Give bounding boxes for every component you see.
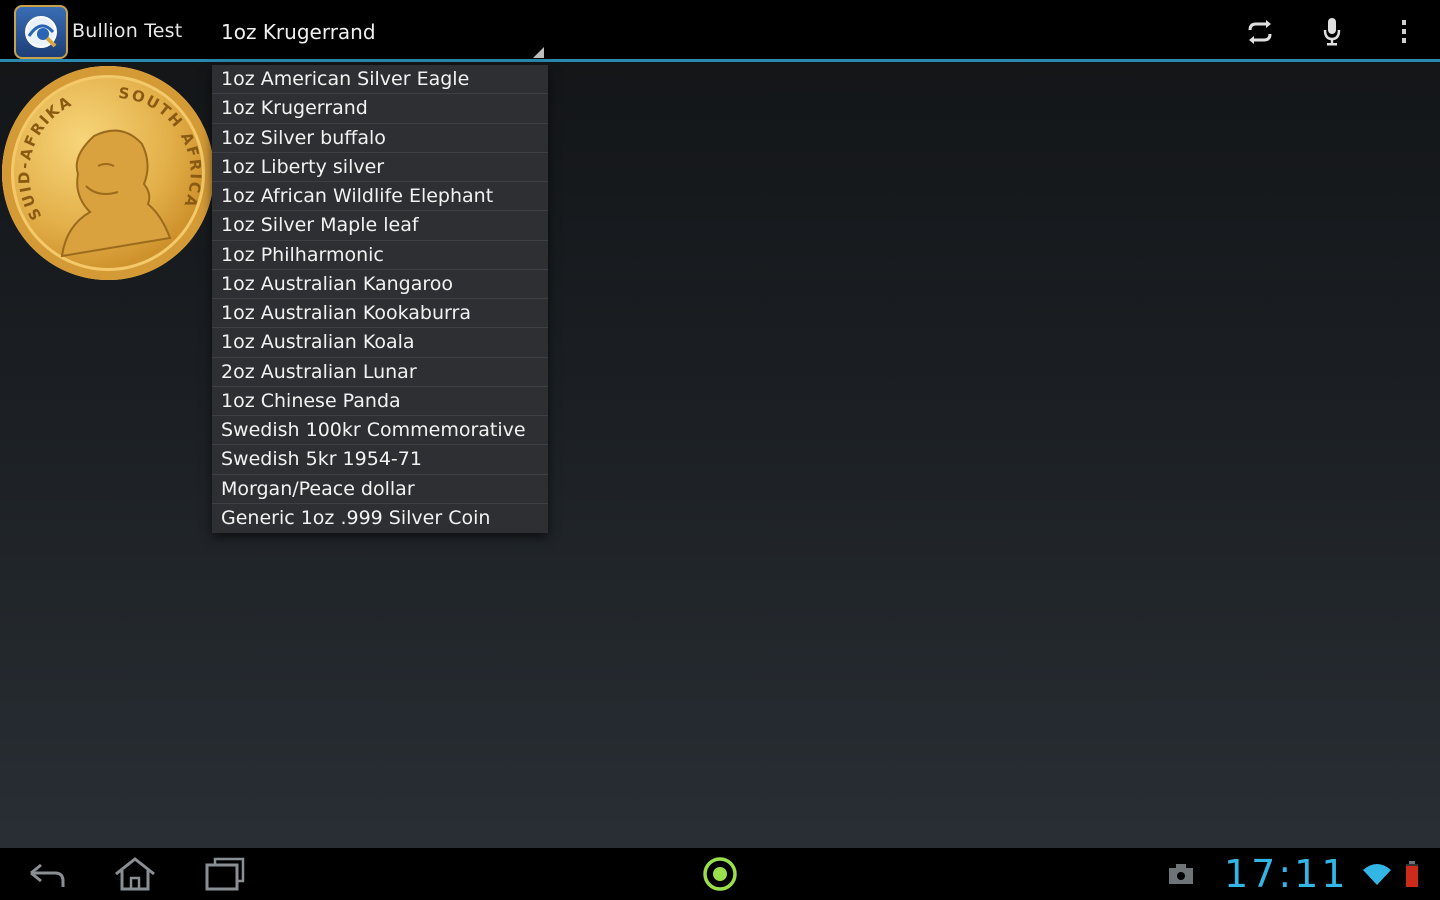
krugerrand-coin-image: SUID-AFRIKA SOUTH AFRICA bbox=[2, 66, 214, 280]
dropdown-item[interactable]: Generic 1oz .999 Silver Coin bbox=[212, 504, 548, 533]
dropdown-item[interactable]: 1oz American Silver Eagle bbox=[212, 65, 548, 95]
dropdown-item[interactable]: 1oz Liberty silver bbox=[212, 153, 548, 182]
app-title: Bullion Test bbox=[72, 20, 183, 42]
coin-inscription-left: SUID-AFRIKA bbox=[15, 92, 74, 223]
home-icon[interactable] bbox=[110, 854, 160, 894]
coin-dropdown-list: 1oz American Silver Eagle 1oz Krugerrand 1… bbox=[212, 65, 548, 533]
back-icon[interactable] bbox=[22, 854, 72, 894]
app-logo-icon[interactable] bbox=[14, 5, 68, 59]
dropdown-item[interactable]: 1oz Silver Maple leaf bbox=[212, 211, 548, 241]
refresh-icon[interactable] bbox=[1242, 14, 1278, 50]
dropdown-item[interactable]: 1oz Chinese Panda bbox=[212, 387, 548, 416]
screenshot-icon bbox=[1156, 854, 1206, 894]
dropdown-item[interactable]: Morgan/Peace dollar bbox=[212, 475, 548, 504]
dropdown-item[interactable]: 1oz Australian Kangaroo bbox=[212, 270, 548, 299]
svg-text:SUID-AFRIKA: SUID-AFRIKA bbox=[15, 92, 76, 223]
microphone-icon[interactable] bbox=[1314, 14, 1350, 50]
app-center-icon[interactable] bbox=[695, 854, 745, 894]
dropdown-item[interactable]: Swedish 100kr Commemorative bbox=[212, 416, 548, 446]
dropdown-item[interactable]: Swedish 5kr 1954-71 bbox=[212, 445, 548, 475]
dropdown-item[interactable]: 2oz Australian Lunar bbox=[212, 358, 548, 387]
recent-apps-icon[interactable] bbox=[200, 854, 250, 894]
spinner-selected-value: 1oz Krugerrand bbox=[221, 20, 376, 44]
dropdown-item[interactable]: 1oz African Wildlife Elephant bbox=[212, 182, 548, 212]
status-clock: 17:11 bbox=[1224, 852, 1349, 896]
spinner-arrow-icon bbox=[533, 47, 544, 58]
action-bar: Bullion Test 1oz Krugerrand bbox=[0, 0, 1440, 62]
overflow-menu-icon[interactable] bbox=[1386, 14, 1422, 50]
system-nav-bar: 17:11 bbox=[0, 848, 1440, 900]
dropdown-item[interactable]: 1oz Australian Koala bbox=[212, 328, 548, 358]
coin-spinner[interactable]: 1oz Krugerrand bbox=[212, 6, 544, 58]
dropdown-item[interactable]: 1oz Philharmonic bbox=[212, 241, 548, 270]
dropdown-item[interactable]: 1oz Silver buffalo bbox=[212, 124, 548, 153]
dropdown-item[interactable]: 1oz Krugerrand bbox=[212, 94, 548, 124]
dropdown-item[interactable]: 1oz Australian Kookaburra bbox=[212, 299, 548, 329]
battery-icon bbox=[1392, 854, 1432, 894]
